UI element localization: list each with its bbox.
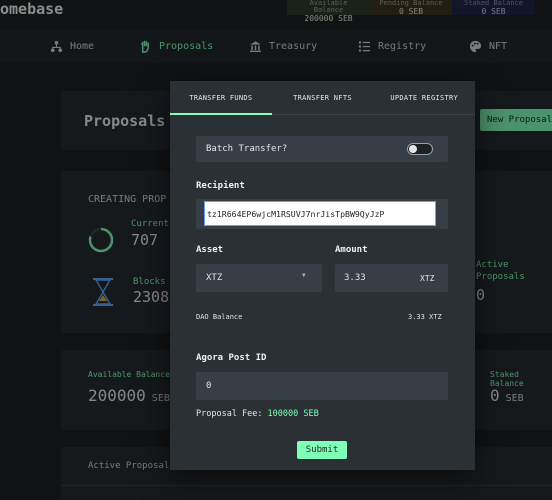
amount-unit: XTZ — [420, 274, 435, 283]
chevron-down-icon: ▼ — [302, 272, 306, 279]
new-proposal-modal: TRANSFER FUNDS TRANSFER NFTS UPDATE REGI… — [170, 81, 475, 470]
toggle-knob — [409, 145, 417, 153]
dao-balance-value: 3.33 XTZ — [408, 313, 442, 321]
batch-transfer-label: Batch Transfer? — [206, 144, 288, 154]
agora-post-id-label: Agora Post ID — [196, 353, 267, 363]
tab-transfer-nfts[interactable]: TRANSFER NFTS — [272, 81, 374, 114]
asset-select-value: XTZ — [206, 273, 223, 283]
amount-field[interactable]: 3.33 XTZ — [335, 264, 448, 292]
submit-button[interactable]: Submit — [297, 441, 347, 459]
recipient-field — [196, 199, 448, 229]
proposal-fee: Proposal Fee: 100000 SEB — [196, 409, 319, 419]
asset-label: Asset — [196, 245, 224, 255]
amount-label: Amount — [335, 245, 368, 255]
proposal-fee-value: 100000 SEB — [267, 409, 319, 419]
batch-transfer-row: Batch Transfer? — [196, 136, 448, 162]
recipient-label: Recipient — [196, 181, 245, 191]
agora-post-id-field[interactable]: 0 — [196, 372, 448, 400]
asset-select[interactable]: XTZ ▼ — [196, 264, 322, 292]
tab-update-registry[interactable]: UPDATE REGISTRY — [373, 81, 475, 114]
amount-input[interactable]: 3.33 — [344, 273, 366, 283]
agora-post-id-input[interactable]: 0 — [206, 381, 211, 391]
dao-balance-label: DAO Balance — [196, 313, 243, 321]
proposal-fee-label: Proposal Fee: — [196, 409, 263, 419]
recipient-input[interactable] — [204, 201, 436, 226]
modal-tabs: TRANSFER FUNDS TRANSFER NFTS UPDATE REGI… — [170, 81, 475, 115]
tab-transfer-funds[interactable]: TRANSFER FUNDS — [170, 81, 272, 115]
batch-transfer-toggle[interactable] — [407, 143, 433, 155]
